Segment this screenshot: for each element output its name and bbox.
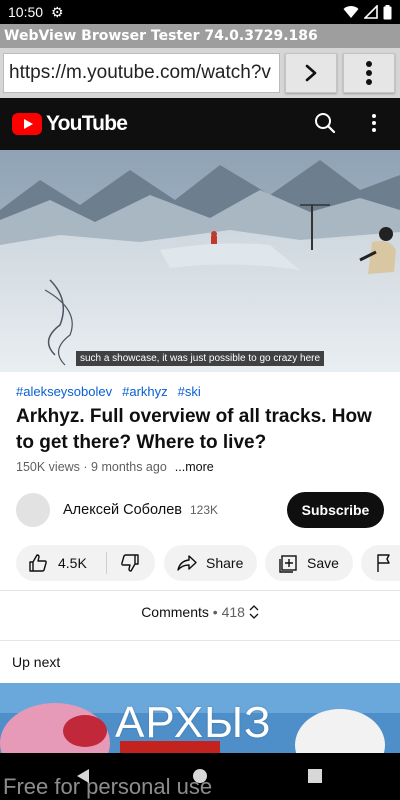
url-input[interactable]: https://m.youtube.com/watch?v bbox=[3, 53, 280, 93]
add-to-playlist-icon bbox=[279, 555, 297, 573]
vertical-dots-icon bbox=[372, 114, 376, 132]
vertical-dots-icon bbox=[366, 61, 372, 85]
comments-separator: • bbox=[212, 604, 218, 620]
status-icons bbox=[343, 4, 392, 20]
overflow-menu-button[interactable] bbox=[343, 53, 395, 93]
chevron-right-icon bbox=[305, 64, 317, 82]
views-and-date: 150K views · 9 months ago bbox=[16, 460, 167, 474]
youtube-header: YouTube bbox=[0, 98, 400, 150]
video-frame bbox=[0, 150, 400, 372]
youtube-logo[interactable]: YouTube bbox=[12, 112, 128, 136]
watermark-text: Free for personal use bbox=[3, 774, 213, 799]
settings-gear-icon: ⚙ bbox=[51, 3, 64, 20]
url-toolbar: https://m.youtube.com/watch?v bbox=[0, 48, 400, 98]
save-label: Save bbox=[307, 555, 339, 571]
channel-avatar[interactable] bbox=[16, 493, 50, 527]
thumbnail-title: АРХЫЗ bbox=[115, 698, 272, 747]
action-bar: 4.5K Share Save bbox=[16, 545, 400, 581]
search-icon bbox=[315, 113, 336, 134]
video-meta: 150K views · 9 months ago ...more bbox=[16, 460, 214, 474]
like-dislike-group: 4.5K bbox=[16, 545, 155, 581]
save-button[interactable]: Save bbox=[265, 545, 353, 581]
like-button[interactable]: 4.5K bbox=[16, 545, 106, 581]
search-button[interactable] bbox=[314, 112, 336, 139]
wifi-icon bbox=[343, 6, 359, 19]
youtube-logo-text: YouTube bbox=[46, 112, 128, 135]
app-title-bar: WebView Browser Tester 74.0.3729.186 bbox=[0, 24, 400, 48]
thumbs-down-icon bbox=[121, 554, 139, 572]
battery-icon bbox=[383, 4, 392, 19]
divider bbox=[0, 640, 400, 641]
channel-row: Алексей Соболев 123K Subscribe bbox=[16, 492, 384, 528]
flag-icon bbox=[377, 554, 390, 572]
like-count: 4.5K bbox=[58, 555, 87, 571]
hashtag-link[interactable]: #ski bbox=[178, 384, 201, 399]
video-caption: such a showcase, it was just possible to… bbox=[0, 348, 400, 366]
hashtag-row: #alekseysobolev #arkhyz #ski bbox=[16, 384, 201, 399]
share-label: Share bbox=[206, 555, 244, 571]
share-arrow-icon bbox=[177, 555, 197, 571]
up-next-heading: Up next bbox=[12, 654, 61, 670]
status-bar: 10:50 ⚙ bbox=[0, 0, 400, 24]
comments-label: Comments bbox=[141, 604, 209, 620]
go-button[interactable] bbox=[285, 53, 337, 93]
video-title: Arkhyz. Full overview of all tracks. How… bbox=[16, 406, 372, 453]
subscribe-button[interactable]: Subscribe bbox=[287, 492, 384, 528]
divider bbox=[0, 590, 400, 591]
subscriber-count: 123K bbox=[189, 503, 218, 517]
comments-section[interactable]: Comments • 418 bbox=[0, 604, 400, 620]
status-time: 10:50 bbox=[8, 4, 44, 20]
comments-count: 418 bbox=[221, 604, 245, 620]
hashtag-link[interactable]: #arkhyz bbox=[122, 384, 168, 399]
channel-name[interactable]: Алексей Соболев bbox=[63, 502, 182, 518]
dislike-button[interactable] bbox=[107, 545, 153, 581]
expand-updown-icon bbox=[249, 605, 259, 619]
more-description-link[interactable]: ...more bbox=[175, 460, 214, 474]
youtube-more-button[interactable] bbox=[370, 112, 378, 139]
cellular-signal-icon bbox=[364, 5, 378, 19]
report-button[interactable] bbox=[361, 545, 400, 581]
thumbs-up-icon bbox=[29, 554, 47, 572]
recents-icon[interactable] bbox=[308, 769, 322, 783]
video-player[interactable]: such a showcase, it was just possible to… bbox=[0, 150, 400, 372]
youtube-play-icon bbox=[12, 113, 42, 135]
hashtag-link[interactable]: #alekseysobolev bbox=[16, 384, 112, 399]
share-button[interactable]: Share bbox=[164, 545, 257, 581]
caption-text: such a showcase, it was just possible to… bbox=[75, 351, 325, 366]
